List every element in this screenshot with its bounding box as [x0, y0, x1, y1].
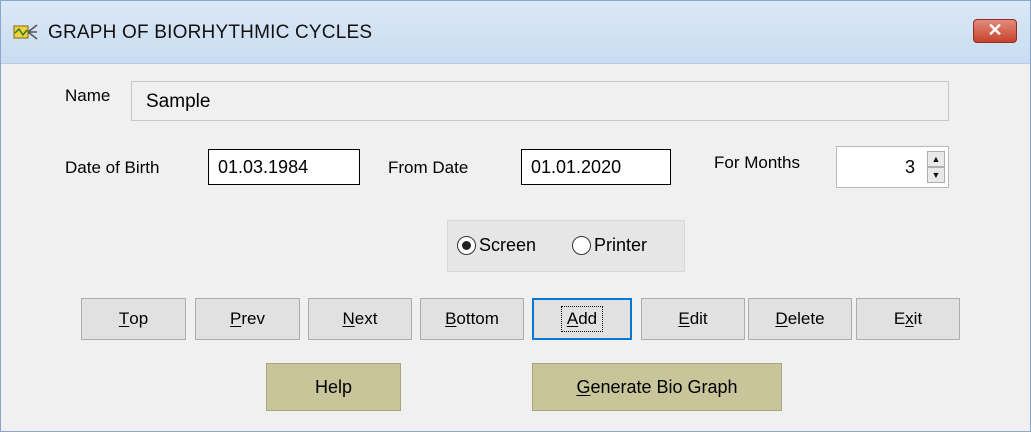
bottom-accel: B	[445, 309, 457, 328]
exit-label-end: it	[913, 309, 923, 328]
title-bar: GRAPH OF BIORHYTHMIC CYCLES ✕	[1, 1, 1030, 64]
for-months-label: For Months	[714, 153, 800, 172]
prev-label: rev	[241, 309, 265, 328]
chevron-up-icon: ▲	[931, 154, 941, 164]
top-button[interactable]: Top	[81, 298, 186, 340]
delete-button[interactable]: Delete	[748, 298, 852, 340]
name-field[interactable]: Sample	[131, 81, 949, 121]
bottom-label: ottom	[456, 309, 499, 328]
delete-accel: D	[775, 309, 788, 328]
biorhythm-window: GRAPH OF BIORHYTHMIC CYCLES ✕ Name Sampl…	[0, 0, 1031, 432]
edit-accel: E	[678, 309, 690, 328]
add-focus-rect: Add	[560, 306, 604, 332]
generate-bio-graph-button[interactable]: Generate Bio Graph	[532, 363, 782, 411]
months-stepper[interactable]: 3 ▲ ▼	[836, 146, 949, 188]
date-of-birth-field[interactable]: 01.03.1984	[208, 149, 360, 185]
next-label: ext	[354, 309, 378, 328]
add-accel: A	[566, 309, 579, 328]
top-label: op	[129, 309, 149, 328]
exit-button[interactable]: Ex it	[856, 298, 960, 340]
printer-radio-label[interactable]: Printer	[594, 235, 647, 256]
exit-label-start: E	[893, 309, 906, 328]
form-area: Name Sample Date of Birth 01.03.1984 Fro…	[1, 64, 1030, 431]
chevron-down-icon: ▼	[931, 170, 941, 180]
edit-button[interactable]: Edit	[641, 298, 745, 340]
name-label: Name	[65, 86, 111, 105]
spin-up-button[interactable]: ▲	[927, 151, 945, 167]
bottom-button[interactable]: Bottom	[420, 298, 524, 340]
screen-radio[interactable]	[457, 236, 476, 255]
delete-label: elete	[787, 309, 825, 328]
next-button[interactable]: Next	[308, 298, 412, 340]
biorhythm-app-icon	[13, 24, 38, 40]
add-button[interactable]: Add	[532, 298, 632, 340]
prev-accel: P	[230, 309, 242, 328]
screen-radio-label[interactable]: Screen	[479, 235, 536, 256]
printer-radio[interactable]	[572, 236, 591, 255]
help-button[interactable]: Help	[266, 363, 401, 411]
next-accel: N	[342, 309, 355, 328]
generate-accel: G	[576, 376, 591, 397]
output-option-group: Screen Printer	[447, 220, 685, 272]
from-date-field[interactable]: 01.01.2020	[521, 149, 671, 185]
months-value: 3	[904, 157, 915, 177]
window-title: GRAPH OF BIORHYTHMIC CYCLES	[48, 22, 373, 43]
radio-selected-dot	[462, 241, 471, 250]
add-label: dd	[578, 309, 598, 328]
help-label: Help	[314, 376, 353, 397]
edit-label: dit	[689, 309, 708, 328]
close-button[interactable]: ✕	[973, 19, 1017, 43]
from-date-label: From Date	[388, 158, 469, 177]
close-icon: ✕	[987, 20, 1003, 40]
date-of-birth-label: Date of Birth	[65, 158, 160, 177]
spin-down-button[interactable]: ▼	[927, 167, 945, 183]
prev-button[interactable]: Prev	[195, 298, 300, 340]
exit-accel: x	[905, 309, 914, 328]
generate-label: enerate Bio Graph	[590, 376, 738, 397]
top-accel: T	[118, 309, 130, 328]
